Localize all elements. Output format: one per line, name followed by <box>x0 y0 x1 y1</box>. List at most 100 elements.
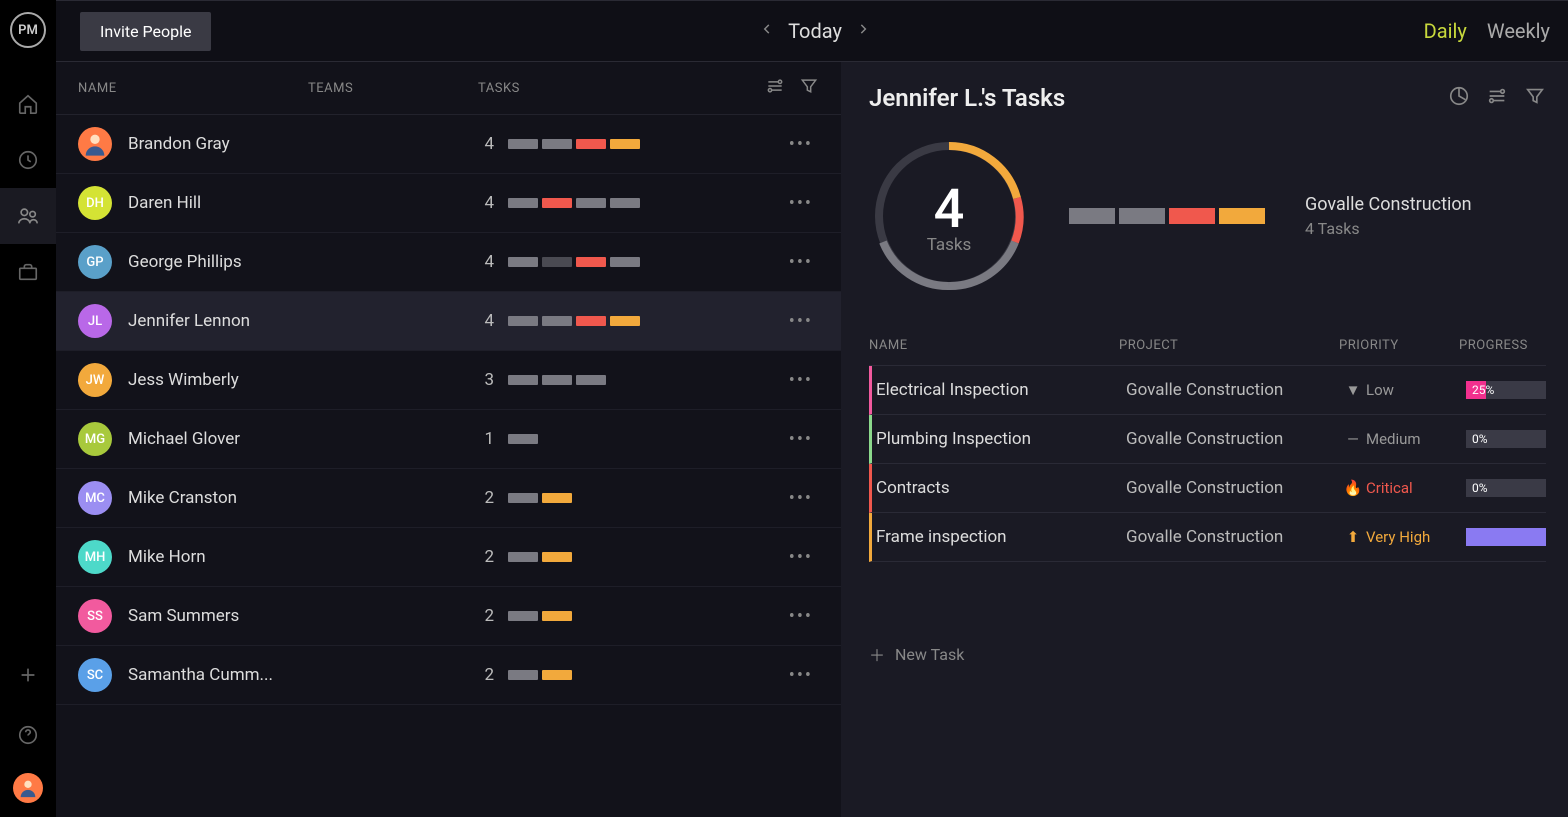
new-task-label: New Task <box>895 645 964 664</box>
progress-value: 0% <box>1472 432 1488 446</box>
task-name: Frame inspection <box>876 527 1126 547</box>
task-bars <box>508 670 572 680</box>
person-row[interactable]: MGMichael Glover1••• <box>56 410 841 469</box>
task-row[interactable]: Frame inspectionGovalle Construction⬆Ver… <box>869 513 1546 562</box>
filter-icon[interactable] <box>799 76 819 100</box>
current-user-avatar[interactable] <box>13 773 43 803</box>
app-logo: PM <box>10 12 46 48</box>
nav-help[interactable] <box>0 707 56 763</box>
task-row[interactable]: ContractsGovalle Construction🔥Critical0% <box>869 464 1546 513</box>
task-bars <box>508 257 640 267</box>
task-bars <box>508 611 572 621</box>
row-menu-icon[interactable]: ••• <box>783 547 819 568</box>
topbar: Invite People Today Daily Weekly <box>56 0 1568 62</box>
tcol-priority: PRIORITY <box>1339 338 1459 353</box>
date-next-chevron[interactable] <box>856 19 870 43</box>
view-weekly-tab[interactable]: Weekly <box>1487 19 1550 43</box>
tcol-project: PROJECT <box>1119 338 1339 353</box>
task-count: 3 <box>478 370 494 390</box>
person-row[interactable]: JWJess Wimberly3••• <box>56 351 841 410</box>
row-menu-icon[interactable]: ••• <box>783 193 819 214</box>
row-menu-icon[interactable]: ••• <box>783 252 819 273</box>
chart-icon[interactable] <box>1448 85 1470 111</box>
invite-people-button[interactable]: Invite People <box>80 12 211 51</box>
person-row[interactable]: MC Mike Cranston 2 ••• <box>56 469 841 528</box>
task-project: Govalle Construction <box>1126 380 1346 400</box>
task-count: 2 <box>478 606 494 626</box>
task-bars <box>508 552 572 562</box>
settings-icon[interactable] <box>765 76 785 100</box>
gauge-count: 4 <box>934 178 965 241</box>
person-name: Daren Hill <box>128 193 201 213</box>
task-bars <box>508 198 640 208</box>
row-menu-icon[interactable]: ••• <box>783 606 819 627</box>
app-sidebar: PM <box>0 0 56 817</box>
progress-bar <box>1466 528 1546 546</box>
plus-icon: ＋ <box>869 642 885 666</box>
row-menu-icon[interactable]: ••• <box>783 488 819 509</box>
task-row[interactable]: Electrical InspectionGovalle Constructio… <box>869 366 1546 415</box>
progress-bar: 0% <box>1466 479 1546 497</box>
nav-add[interactable] <box>0 647 56 703</box>
summary-project-name: Govalle Construction <box>1305 194 1472 215</box>
progress-bar: 0% <box>1466 430 1546 448</box>
person-row[interactable]: SSSam Summers2••• <box>56 587 841 646</box>
task-project: Govalle Construction <box>1126 429 1346 449</box>
person-row[interactable]: MHMike Horn2••• <box>56 528 841 587</box>
avatar: MC <box>78 481 112 515</box>
col-header-tasks: TASKS <box>478 81 765 96</box>
row-menu-icon[interactable]: ••• <box>783 370 819 391</box>
avatar: JL <box>78 304 112 338</box>
row-menu-icon[interactable]: ••• <box>783 429 819 450</box>
new-task-button[interactable]: ＋ New Task <box>869 642 1546 666</box>
task-count: 4 <box>478 134 494 154</box>
detail-title: Jennifer L.'s Tasks <box>869 84 1065 112</box>
view-daily-tab[interactable]: Daily <box>1424 19 1467 43</box>
avatar: DH <box>78 186 112 220</box>
person-row[interactable]: DHDaren Hill4••• <box>56 174 841 233</box>
priority-icon: ▼ <box>1346 381 1360 399</box>
progress-value: 0% <box>1472 481 1488 495</box>
avatar: JW <box>78 363 112 397</box>
date-label: Today <box>788 19 842 43</box>
person-name: George Phillips <box>128 252 242 272</box>
settings-icon[interactable] <box>1486 85 1508 111</box>
summary-task-count: 4 Tasks <box>1305 219 1472 238</box>
nav-briefcase[interactable] <box>0 244 56 300</box>
col-header-name: NAME <box>78 81 308 96</box>
filter-icon[interactable] <box>1524 85 1546 111</box>
task-priority: ⬆Very High <box>1346 528 1466 546</box>
date-prev-chevron[interactable] <box>760 19 774 43</box>
person-name: Samantha Cumm... <box>128 665 273 685</box>
person-row[interactable]: GPGeorge Phillips4••• <box>56 233 841 292</box>
person-name: Jennifer Lennon <box>128 311 250 331</box>
task-count: 4 <box>478 311 494 331</box>
nav-people[interactable] <box>0 188 56 244</box>
row-menu-icon[interactable]: ••• <box>783 311 819 332</box>
gauge-label: Tasks <box>927 235 972 255</box>
person-name: Mike Horn <box>128 547 206 567</box>
person-row[interactable]: Brandon Gray4••• <box>56 115 841 174</box>
task-row[interactable]: Plumbing InspectionGovalle Construction—… <box>869 415 1546 464</box>
row-menu-icon[interactable]: ••• <box>783 665 819 686</box>
task-count: 2 <box>478 488 494 508</box>
task-count: 2 <box>478 665 494 685</box>
task-bars <box>508 375 606 385</box>
task-table-header: NAME PROJECT PRIORITY PROGRESS <box>869 326 1546 366</box>
person-row[interactable]: SCSamantha Cumm...2••• <box>56 646 841 705</box>
row-menu-icon[interactable]: ••• <box>783 134 819 155</box>
task-detail-panel: Jennifer L.'s Tasks <box>841 62 1568 817</box>
nav-clock[interactable] <box>0 132 56 188</box>
avatar <box>78 127 112 161</box>
summary-bars <box>1069 208 1265 224</box>
task-bars <box>508 434 538 444</box>
task-count: 1 <box>478 429 494 449</box>
task-priority: ▼Low <box>1346 381 1466 399</box>
task-bars <box>508 139 640 149</box>
nav-home[interactable] <box>0 76 56 132</box>
person-row[interactable]: JL Jennifer Lennon 4 ••• <box>56 292 841 351</box>
person-name: Mike Cranston <box>128 488 237 508</box>
task-bars <box>508 493 572 503</box>
priority-icon: 🔥 <box>1346 479 1360 497</box>
progress-bar: 25% <box>1466 381 1546 399</box>
